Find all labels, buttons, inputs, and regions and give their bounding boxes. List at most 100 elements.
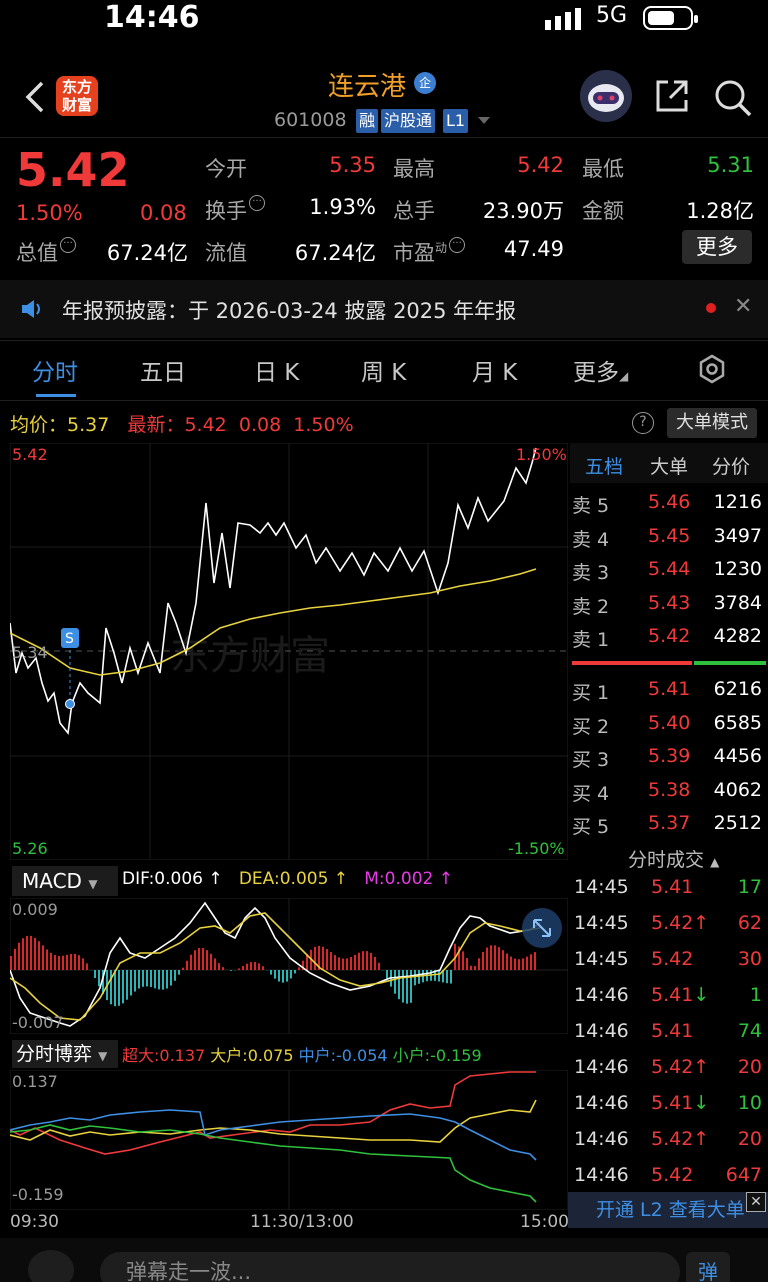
fund-flow-select[interactable]: 分时博弈 ▼ (12, 1040, 118, 1068)
pct-axis-top: 1.50% (516, 445, 567, 464)
level-price: 5.40 (648, 711, 691, 734)
assistant-robot-icon[interactable] (580, 70, 632, 122)
notice-text: 年报预披露：于 2026-03-24 披露 2025 年年报 (62, 299, 517, 323)
more-quote-button[interactable]: 更多 (682, 230, 752, 264)
app-logo: 东方 财富 (56, 76, 98, 116)
status-bar: 14:46 5G (0, 0, 768, 40)
stock-name: 连云港 (328, 72, 407, 102)
level-volume: 3497 (713, 524, 762, 547)
level-price: 5.39 (648, 745, 691, 767)
bid-row[interactable]: 买 4 5.38 4062 (572, 779, 766, 813)
tab-more[interactable]: 更多◢ (573, 353, 628, 387)
tab-five-levels[interactable]: 五档 (585, 452, 623, 479)
bid-row[interactable]: 买 3 5.39 4456 (572, 745, 766, 779)
info-icon: ··· (449, 237, 466, 253)
change-percent: 1.50% (16, 201, 83, 225)
order-book-ratio-bar (572, 661, 766, 665)
big-order-mode-button[interactable]: 大单模式 (667, 408, 757, 438)
level-label: 买 3 (572, 749, 610, 771)
back-icon[interactable] (22, 80, 48, 114)
level-label: 卖 1 (572, 629, 610, 651)
level-volume: 1216 (713, 491, 762, 513)
level-price: 5.37 (648, 812, 691, 834)
chevron-down-icon[interactable] (478, 117, 490, 124)
time-mid: 11:30/13:00 (250, 1212, 354, 1232)
tag-margin: 融 (356, 109, 379, 133)
change-amount: 0.08 (140, 201, 187, 225)
level-label: 买 5 (572, 816, 610, 838)
bid-row[interactable]: 买 5 5.37 2512 (572, 812, 766, 846)
macd-values: DIF:0.006 ↑ DEA:0.005 ↑ M:0.002 ↑ (122, 869, 453, 889)
enterprise-badge: 企 (414, 72, 436, 94)
danmu-input[interactable]: 弹幕走一波... (100, 1252, 680, 1282)
macd-chart[interactable] (10, 898, 568, 1034)
level-price: 5.43 (648, 591, 691, 614)
macd-y-top: 0.009 (12, 900, 58, 919)
tab-weekly-k[interactable]: 周 K (361, 353, 406, 387)
y-axis-bottom: 5.26 (12, 839, 48, 858)
search-icon[interactable] (713, 78, 753, 118)
float-cap-label: 流值 (205, 241, 247, 265)
level-price: 5.38 (648, 778, 691, 801)
bid-row[interactable]: 买 2 5.40 6585 (572, 712, 766, 746)
tab-intraday[interactable]: 分时 (32, 353, 78, 387)
close-icon[interactable]: ✕ (746, 1192, 766, 1212)
gear-icon[interactable] (697, 354, 727, 384)
tab-daily-k[interactable]: 日 K (254, 353, 299, 387)
battery-icon (643, 6, 698, 30)
fund-flow-values: 超大:0.137 大户:0.075 中户:-0.054 小户:-0.159 (122, 1046, 482, 1065)
tab-monthly-k[interactable]: 月 K (472, 353, 517, 387)
pct-axis-bottom: -1.50% (508, 839, 565, 858)
active-tab-indicator (36, 394, 76, 397)
float-cap-value: 67.24亿 (294, 241, 376, 265)
help-icon[interactable]: ? (632, 412, 654, 434)
watermark: 东方财富 (170, 633, 330, 679)
volume-value: 23.90万 (482, 199, 564, 223)
y-axis-mid: 5.34 (12, 643, 48, 662)
last-price: 5.42 (16, 143, 130, 197)
pe-value: 47.49 (503, 237, 564, 261)
status-time: 14:46 (104, 0, 200, 35)
level-volume: 4282 (713, 625, 762, 647)
ask-row[interactable]: 卖 1 5.42 4282 (572, 625, 766, 659)
level-label: 买 1 (572, 682, 610, 704)
mktcap-label: 总值 ··· (16, 237, 76, 267)
tag-l1: L1 (443, 109, 469, 133)
level-volume: 6585 (713, 711, 762, 734)
unread-dot (706, 303, 716, 313)
level-volume: 4456 (713, 745, 762, 767)
intraday-price-chart[interactable]: 东方财富 S (10, 443, 568, 860)
high-label: 最高 (393, 157, 435, 181)
fund-flow-chart[interactable] (10, 1070, 568, 1210)
low-value: 5.31 (707, 153, 754, 177)
level-price: 5.41 (648, 678, 691, 700)
level-label: 买 2 (572, 715, 610, 738)
ticks-title[interactable]: 分时成交 ▲ (628, 845, 719, 872)
close-icon[interactable]: ✕ (734, 294, 752, 319)
amount-value: 1.28亿 (686, 199, 754, 223)
l2-upgrade-button[interactable]: 开通 L2 查看大单 (568, 1192, 768, 1228)
ask-row[interactable]: 卖 5 5.46 1216 (572, 491, 766, 525)
danmu-send-button[interactable]: 弹 (686, 1252, 730, 1282)
ask-row[interactable]: 卖 4 5.45 3497 (572, 525, 766, 559)
level-label: 卖 2 (572, 595, 610, 618)
low-label: 最低 (582, 157, 624, 181)
time-end: 15:00 (520, 1212, 569, 1232)
indicator-select[interactable]: MACD ▼ (12, 866, 118, 896)
ask-row[interactable]: 卖 2 5.43 3784 (572, 592, 766, 626)
comment-icon[interactable] (28, 1250, 74, 1282)
level-price: 5.42 (648, 625, 691, 647)
turnover-label: 换手 ··· (205, 195, 265, 225)
flow-y-top: 0.137 (12, 1072, 58, 1091)
level-price: 5.46 (648, 491, 691, 513)
flow-y-bottom: -0.159 (12, 1185, 64, 1204)
tab-big-orders[interactable]: 大单 (650, 452, 688, 479)
bid-row[interactable]: 买 1 5.41 6216 (572, 678, 766, 712)
share-icon[interactable] (654, 78, 690, 114)
ask-row[interactable]: 卖 3 5.44 1230 (572, 558, 766, 592)
tab-five-day[interactable]: 五日 (140, 353, 186, 387)
tab-price-dist[interactable]: 分价 (712, 452, 750, 479)
y-axis-top: 5.42 (12, 445, 48, 464)
level-volume: 2512 (713, 812, 762, 834)
level-price: 5.45 (648, 524, 691, 547)
